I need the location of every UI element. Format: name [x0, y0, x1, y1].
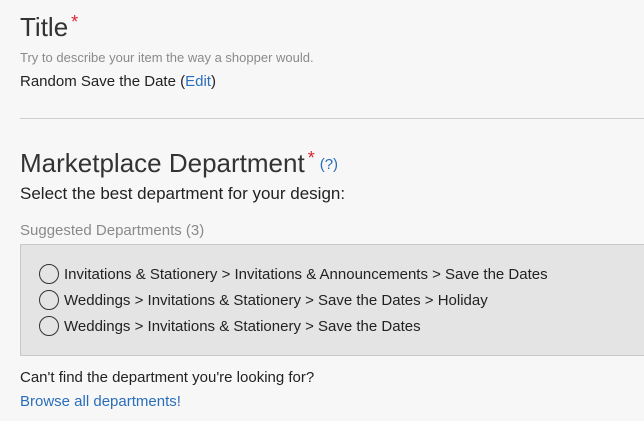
department-required-mark: * [307, 148, 315, 168]
open-paren: ( [175, 73, 186, 90]
radio-button[interactable] [39, 290, 59, 310]
department-option-label: Invitations & Stationery > Invitations &… [64, 265, 548, 283]
edit-title-link[interactable]: Edit [185, 73, 211, 90]
browse-departments-link[interactable]: Browse all departments! [20, 393, 181, 410]
radio-button[interactable] [39, 264, 59, 284]
section-divider [20, 118, 644, 119]
department-heading: Marketplace Department [20, 148, 305, 178]
product-form: Title * Try to describe your item the wa… [0, 0, 644, 421]
title-value-row: Random Save the Date (Edit) [20, 73, 216, 90]
department-heading-row: Marketplace Department * (?) [20, 144, 338, 186]
title-heading: Title [20, 12, 69, 42]
title-value: Random Save the Date [20, 73, 176, 90]
cant-find-text: Can't find the department you're looking… [20, 369, 315, 386]
title-required-mark: * [71, 12, 79, 32]
title-heading-row: Title * [20, 8, 78, 46]
close-paren: ) [210, 73, 216, 90]
department-option[interactable]: Weddings > Invitations & Stationery > Sa… [39, 290, 488, 310]
radio-button[interactable] [39, 316, 59, 336]
department-option[interactable]: Invitations & Stationery > Invitations &… [39, 264, 548, 284]
department-subtitle: Select the best department for your desi… [20, 184, 346, 203]
department-option-label: Weddings > Invitations & Stationery > Sa… [64, 317, 421, 335]
suggested-departments-label: Suggested Departments (3) [20, 222, 205, 239]
department-option-label: Weddings > Invitations & Stationery > Sa… [64, 291, 488, 309]
department-help-link[interactable]: (?) [320, 144, 338, 186]
suggested-departments-list: Invitations & Stationery > Invitations &… [20, 244, 644, 356]
department-option[interactable]: Weddings > Invitations & Stationery > Sa… [39, 316, 421, 336]
title-hint: Try to describe your item the way a shop… [20, 50, 314, 65]
